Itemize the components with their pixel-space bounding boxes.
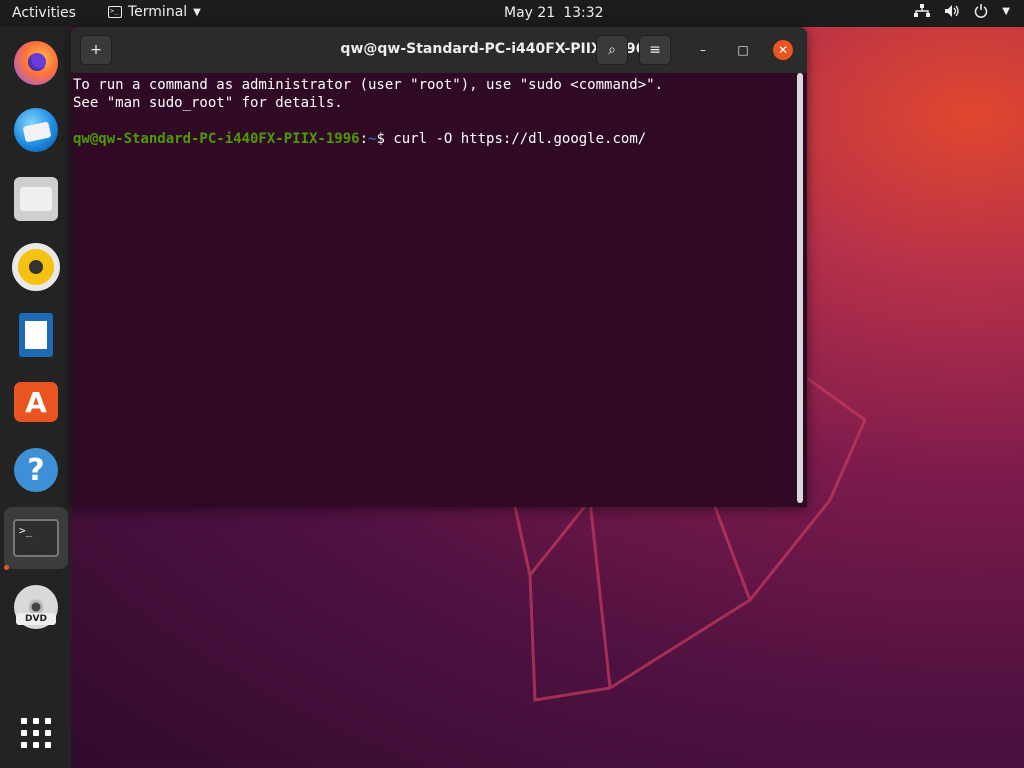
scrollbar[interactable] [797,73,803,503]
chevron-down-icon: ▼ [193,6,201,18]
writer-icon [19,313,53,357]
clock[interactable]: May 21 13:32 [504,5,604,21]
prompt-separator: : [359,131,369,147]
minimize-button[interactable]: – [693,40,713,60]
activities-button[interactable]: Activities [12,5,76,21]
dock-item-writer[interactable] [10,309,62,361]
files-icon [14,177,58,221]
volume-icon [945,5,959,17]
maximize-button[interactable]: □ [733,40,753,60]
maximize-icon: □ [737,43,749,57]
prompt-line: qw@qw-Standard-PC-i440FX-PIIX-1996:~$ cu… [73,130,797,148]
terminal-output[interactable]: To run a command as administrator (user … [71,73,797,507]
dock-item-help[interactable]: ? [10,444,62,496]
chevron-down-icon: ▼ [1002,5,1010,17]
clock-date: May 21 [504,5,556,21]
prompt-user: qw@qw-Standard-PC-i440FX-PIIX-1996 [73,131,360,147]
dvd-icon [14,585,58,629]
close-icon: ✕ [777,43,789,57]
dock-item-terminal[interactable]: >_ [4,507,68,569]
help-icon: ? [14,448,58,492]
app-grid-icon [21,718,51,748]
terminal-line: See "man sudo_root" for details. [73,95,343,111]
firefox-icon [14,41,58,85]
prompt-symbol: $ [376,131,394,147]
dock-item-rhythmbox[interactable] [10,241,62,293]
search-icon: ⌕ [608,42,616,58]
top-bar: Activities >_ Terminal ▼ May 21 13:32 ▼ [0,0,1024,27]
dock: A ? >_ [0,27,71,768]
show-applications-button[interactable] [10,707,62,759]
command-input[interactable]: curl -O https://dl.google.com/ [393,131,646,147]
window-titlebar[interactable]: + qw@qw-Standard-PC-i440FX-PIIX-1996: ~ … [71,27,807,73]
search-button[interactable]: ⌕ [596,35,628,65]
thunderbird-icon [14,108,58,152]
dock-item-ubuntu-software[interactable]: A [10,376,62,428]
store-icon: A [14,382,58,422]
running-indicator [4,565,9,570]
network-icon [914,4,931,17]
clock-time: 13:32 [563,5,604,21]
menu-button[interactable]: ≡ [639,35,671,65]
terminal-app-icon: >_ [108,6,122,18]
app-menu-label: Terminal [128,4,188,20]
system-menu[interactable]: ▼ [914,4,1010,18]
dock-item-firefox[interactable] [10,37,62,89]
close-button[interactable]: ✕ [773,40,793,60]
dock-item-files[interactable] [10,173,62,225]
hamburger-menu-icon: ≡ [649,42,661,58]
terminal-window[interactable]: + qw@qw-Standard-PC-i440FX-PIIX-1996: ~ … [71,27,807,507]
dock-item-dvd[interactable] [10,581,62,633]
dock-item-thunderbird[interactable] [10,104,62,156]
rhythmbox-icon [12,243,60,291]
terminal-line: To run a command as administrator (user … [73,77,664,93]
minimize-icon: – [700,43,706,57]
power-icon [975,4,988,18]
terminal-icon: >_ [13,519,59,557]
app-menu[interactable]: >_ Terminal ▼ [108,4,201,20]
